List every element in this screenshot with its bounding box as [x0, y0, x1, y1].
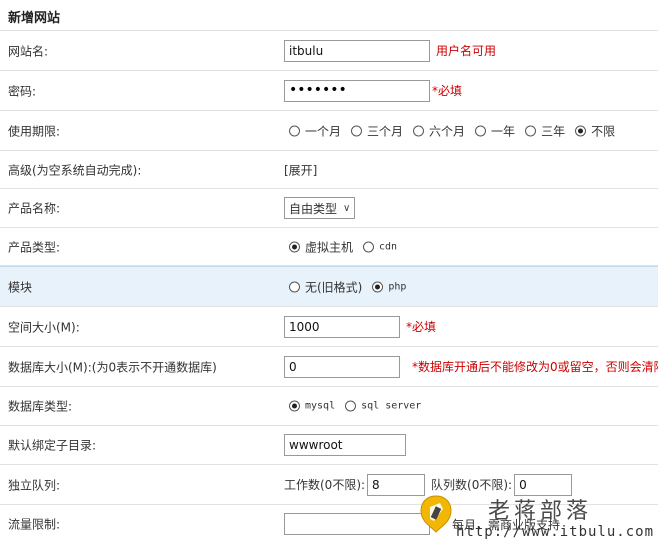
radio-icon[interactable]	[413, 125, 425, 136]
row-product-type: 产品类型: 虚拟主机 cdn	[0, 228, 658, 266]
period-option-6[interactable]: 不限	[575, 122, 615, 139]
radio-icon[interactable]	[345, 400, 357, 412]
queue-count-label: 队列数(0不限):	[431, 478, 513, 492]
period-label: 使用期限:	[8, 124, 61, 138]
product-name-control: 自由类型 ∨	[284, 197, 356, 219]
product-name-label: 产品名称:	[8, 201, 61, 216]
queue-label: 独立队列:	[8, 478, 61, 492]
space-size-hint: *必填	[406, 320, 437, 334]
radio-selected-icon[interactable]	[575, 125, 587, 136]
watermark-url: http://www.itbulu.com	[456, 524, 655, 540]
row-password: 密码: ••••••• *必填	[0, 71, 658, 111]
radio-selected-icon[interactable]	[289, 241, 300, 252]
module-label: 模块	[8, 280, 33, 294]
row-period: 使用期限: 一个月 三个月 六个月 一年 三年 不限	[0, 111, 658, 151]
radio-icon[interactable]	[289, 125, 300, 136]
db-type-option-sqlserver[interactable]: sql server	[345, 400, 421, 412]
row-default-dir: 默认绑定子目录: wwwroot	[0, 426, 658, 465]
db-type-option-mysql[interactable]: mysql	[289, 400, 335, 412]
radio-selected-icon[interactable]	[289, 400, 300, 412]
watermark-brand: 老蒋部落	[488, 499, 593, 524]
module-option-php[interactable]: php	[372, 281, 406, 292]
default-dir-label: 默认绑定子目录:	[8, 438, 97, 453]
product-name-value: 自由类型	[289, 201, 338, 216]
db-size-control: 0 *数据库开通后不能修改为0或留空，否则会清除	[284, 355, 658, 378]
radio-icon[interactable]	[363, 241, 375, 252]
period-options: 一个月 三个月 六个月 一年 三年 不限	[289, 122, 625, 139]
row-space-size: 空间大小(M): 1000 *必填	[0, 307, 658, 347]
period-option-5[interactable]: 三年	[525, 122, 565, 139]
db-size-hint: *数据库开通后不能修改为0或留空，否则会清除	[412, 360, 658, 374]
radio-icon[interactable]	[289, 281, 300, 292]
site-name-label: 网站名:	[8, 44, 49, 58]
chevron-down-icon: ∨	[343, 202, 351, 214]
period-option-2[interactable]: 三个月	[351, 122, 403, 139]
period-option-1[interactable]: 一个月	[289, 122, 341, 139]
site-name-control: itbulu 用户名可用	[284, 39, 497, 62]
module-options: 无(旧格式) php	[289, 278, 416, 295]
period-option-3[interactable]: 六个月	[413, 122, 465, 139]
default-dir-control: wwwroot	[284, 434, 406, 456]
db-type-options: mysql sql server	[289, 400, 431, 412]
password-control: ••••••• *必填	[284, 79, 463, 102]
traffic-label: 流量限制:	[8, 517, 61, 532]
module-option-none[interactable]: 无(旧格式)	[289, 278, 362, 295]
radio-icon[interactable]	[475, 125, 487, 136]
row-advanced: 高级(为空系统自动完成): [展开]	[0, 151, 658, 189]
workers-label: 工作数(0不限):	[284, 478, 366, 492]
space-size-label: 空间大小(M):	[8, 320, 80, 334]
row-db-size: 数据库大小(M):(为0表示不开通数据库) 0 *数据库开通后不能修改为0或留空…	[0, 347, 658, 387]
site-name-hint: 用户名可用	[436, 44, 497, 58]
row-product-name: 产品名称: 自由类型 ∨	[0, 189, 658, 228]
default-dir-input[interactable]: wwwroot	[284, 434, 406, 456]
password-input[interactable]: •••••••	[284, 79, 430, 102]
password-hint: *必填	[432, 84, 463, 98]
radio-icon[interactable]	[351, 125, 363, 136]
row-site-name: 网站名: itbulu 用户名可用	[0, 31, 658, 71]
workers-input[interactable]: 8	[367, 473, 426, 496]
site-name-input[interactable]: itbulu	[284, 39, 430, 62]
period-option-4[interactable]: 一年	[475, 122, 515, 139]
space-size-control: 1000 *必填	[284, 315, 437, 338]
advanced-control: [展开]	[284, 161, 317, 178]
expand-link[interactable]: [展开]	[284, 161, 317, 178]
db-size-label: 数据库大小(M):(为0表示不开通数据库)	[8, 360, 217, 374]
radio-icon[interactable]	[525, 125, 537, 136]
product-type-label: 产品类型:	[8, 240, 61, 254]
row-db-type: 数据库类型: mysql sql server	[0, 387, 658, 426]
password-label: 密码:	[8, 84, 37, 98]
db-size-input[interactable]: 0	[284, 355, 400, 378]
radio-selected-icon[interactable]	[372, 281, 384, 292]
product-name-select[interactable]: 自由类型 ∨	[284, 197, 356, 219]
watermark: 老蒋部落 http://www.itbulu.com	[418, 493, 658, 543]
product-type-option-cdn[interactable]: cdn	[363, 241, 397, 252]
row-module: 模块 无(旧格式) php	[0, 266, 658, 307]
db-type-label: 数据库类型:	[8, 399, 73, 414]
advanced-label: 高级(为空系统自动完成):	[8, 163, 142, 177]
product-type-option-vhost[interactable]: 虚拟主机	[289, 238, 353, 255]
brand-logo-icon	[420, 495, 452, 533]
traffic-input[interactable]	[284, 513, 430, 535]
page-title: 新增网站	[0, 0, 658, 31]
space-size-input[interactable]: 1000	[284, 315, 400, 338]
product-type-options: 虚拟主机 cdn	[289, 238, 407, 255]
